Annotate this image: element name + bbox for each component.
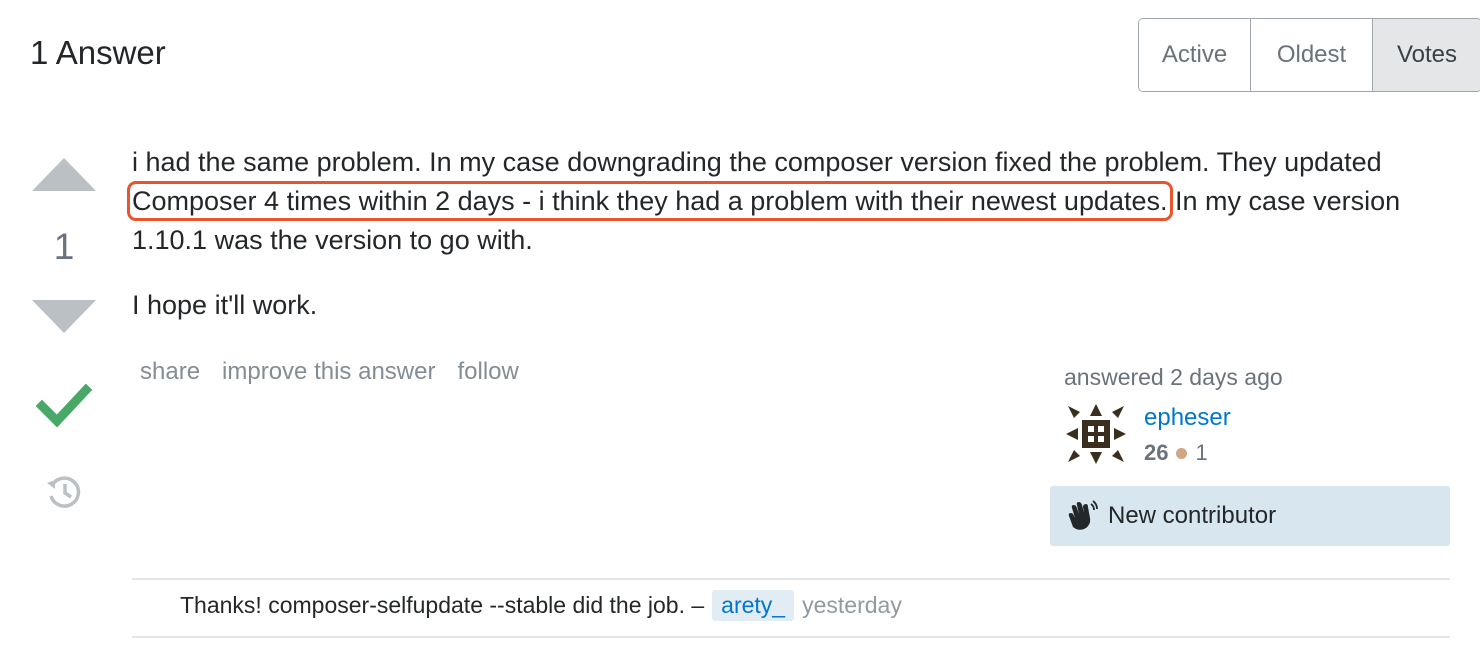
- comments-divider-top: [132, 578, 1450, 580]
- answer-paragraph-1: i had the same problem. In my case downg…: [127, 143, 1442, 260]
- sort-oldest-button[interactable]: Oldest: [1251, 19, 1373, 91]
- answer-paragraph-2: I hope it'll work.: [132, 290, 318, 320]
- comment-user-link[interactable]: arety_: [712, 590, 795, 621]
- comment-text: Thanks! composer-selfupdate --stable did…: [180, 592, 705, 618]
- downvote-arrow-icon[interactable]: [32, 300, 96, 333]
- waving-hand-icon: [1068, 500, 1098, 530]
- new-contributor-label: New contributor: [1108, 502, 1277, 529]
- sort-active-button[interactable]: Active: [1139, 19, 1251, 91]
- follow-link[interactable]: follow: [457, 358, 518, 386]
- user-reputation: 26 1: [1144, 440, 1208, 466]
- bronze-badge-count: 1: [1195, 440, 1208, 465]
- answer-text-before: i had the same problem. In my case downg…: [132, 147, 1382, 177]
- reputation-score: 26: [1144, 440, 1169, 465]
- post-menu: share improve this answer follow: [140, 358, 519, 386]
- accepted-checkmark-icon: [36, 383, 92, 428]
- answers-count-title: 1 Answer: [30, 34, 166, 71]
- avatar[interactable]: [1064, 402, 1128, 466]
- new-contributor-banner[interactable]: New contributor: [1050, 486, 1450, 546]
- answered-time: answered 2 days ago: [1064, 364, 1283, 390]
- vote-count: 1: [53, 226, 75, 267]
- comments-divider-bottom: [132, 636, 1450, 638]
- answer-body: i had the same problem. In my case downg…: [127, 143, 1442, 351]
- answer-sort-tabs: Active Oldest Votes: [1138, 18, 1480, 92]
- upvote-arrow-icon[interactable]: [32, 158, 96, 191]
- comment-item: Thanks! composer-selfupdate --stable did…: [180, 590, 902, 621]
- comment-date[interactable]: yesterday: [802, 592, 902, 619]
- sort-votes-button[interactable]: Votes: [1373, 19, 1480, 91]
- improve-answer-link[interactable]: improve this answer: [222, 358, 435, 386]
- share-link[interactable]: share: [140, 358, 200, 386]
- history-icon[interactable]: [44, 472, 84, 512]
- user-name-link[interactable]: epheser: [1144, 404, 1231, 432]
- highlighted-answer-text: Composer 4 times within 2 days - i think…: [127, 181, 1173, 221]
- bronze-badge-icon: [1176, 447, 1188, 459]
